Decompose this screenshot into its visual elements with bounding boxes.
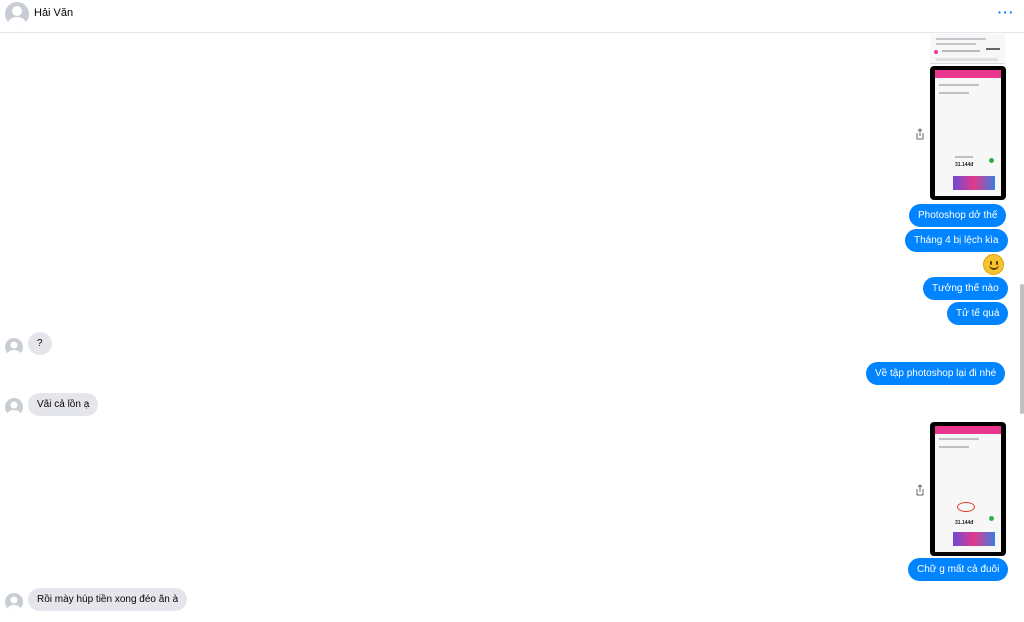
status-dot <box>989 158 994 163</box>
preview-banner <box>953 532 995 546</box>
preview-amount: 31.144đ <box>955 520 974 526</box>
outgoing-message[interactable]: Tưởng thế nào <box>923 277 1008 300</box>
image-attachment[interactable]: 31.144đ <box>930 422 1006 556</box>
preview-text-line <box>939 446 969 448</box>
preview-text-line <box>955 156 973 158</box>
outgoing-message[interactable]: Chữ g mất cả đuôi <box>908 558 1009 581</box>
status-dot <box>989 516 994 521</box>
outgoing-message[interactable]: Photoshop dở thế <box>909 204 1007 227</box>
preview-header <box>935 70 1001 78</box>
outgoing-message[interactable]: Về tập photoshop lại đi nhé <box>866 362 1006 385</box>
conversation-header: Hải Văn ··· <box>0 0 1024 33</box>
preview-amount: 31.144đ <box>955 162 974 168</box>
incoming-message[interactable]: Rồi mày húp tiền xong đéo ăn à <box>28 588 188 611</box>
ellipsis-icon: ··· <box>997 4 1015 20</box>
contact-name[interactable]: Hải Văn <box>34 7 73 19</box>
preview-banner <box>953 176 995 190</box>
image-attachment-partial[interactable] <box>930 34 1005 64</box>
scrollbar-thumb[interactable] <box>1020 284 1024 414</box>
share-icon[interactable] <box>914 127 926 140</box>
preview-text-line <box>939 92 969 94</box>
contact-avatar-small[interactable] <box>5 398 23 416</box>
image-attachment[interactable]: 31.144đ <box>930 66 1006 200</box>
incoming-message[interactable]: ? <box>28 332 52 355</box>
contact-avatar-small[interactable] <box>5 593 23 611</box>
attachment-preview: 31.144đ <box>935 70 1001 196</box>
annotation-circle <box>957 502 975 512</box>
smiley-emoji-icon[interactable] <box>983 254 1004 275</box>
preview-header <box>935 426 1001 434</box>
contact-avatar[interactable] <box>5 2 29 26</box>
contact-avatar-small[interactable] <box>5 338 23 356</box>
incoming-message[interactable]: Vãi cả lồn ạ <box>28 393 99 416</box>
outgoing-message[interactable]: Tháng 4 bị lệch kìa <box>905 229 1008 252</box>
preview-text-line <box>939 84 979 86</box>
share-icon[interactable] <box>914 483 926 496</box>
more-options-button[interactable]: ··· <box>996 4 1016 20</box>
attachment-preview: 31.144đ <box>935 426 1001 552</box>
emoji-mouth <box>989 265 999 270</box>
scrollbar[interactable] <box>1020 34 1024 622</box>
outgoing-message[interactable]: Tử tế quá <box>947 302 1009 325</box>
preview-text-line <box>939 438 979 440</box>
